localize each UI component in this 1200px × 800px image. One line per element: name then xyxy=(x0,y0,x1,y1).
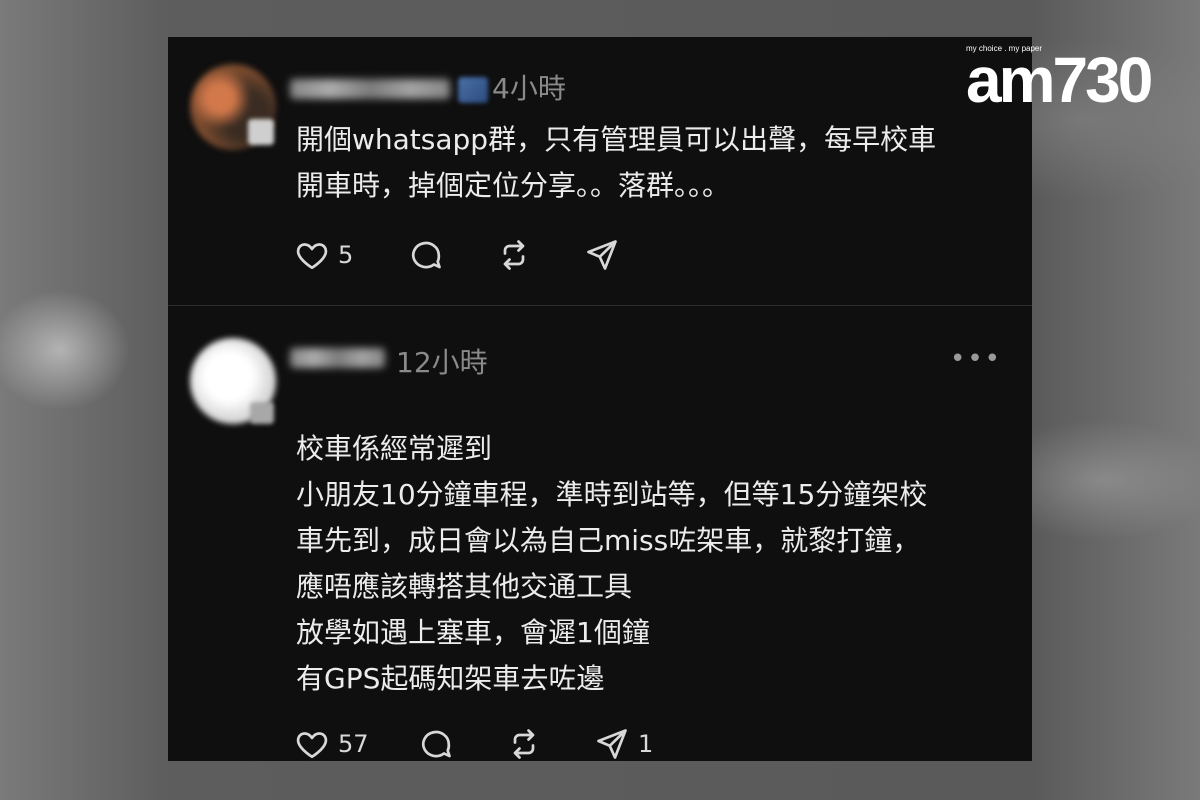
post-text: 校車係經常遲到 小朋友10分鐘車程，準時到站等，但等15分鐘架校 車先到，成日會… xyxy=(296,432,928,695)
paper-plane-icon xyxy=(597,729,627,759)
like-button[interactable]: 57 xyxy=(294,724,418,761)
post-actions: 57 1 xyxy=(294,724,674,761)
paper-plane-icon xyxy=(587,240,617,270)
post-time: 12小時 xyxy=(396,346,488,379)
username-blurred[interactable] xyxy=(290,348,385,368)
post-text: 開個whatsapp群，只有管理員可以出聲，每早校車 開車時，掉個定位分享。。落… xyxy=(296,123,937,202)
speech-bubble-icon xyxy=(411,241,441,269)
post-actions: 5 xyxy=(294,235,664,275)
logo-wordmark: am730 xyxy=(966,44,1153,116)
am730-logo: my choice . my paper am730 xyxy=(966,40,1153,112)
repost-icon xyxy=(503,240,525,270)
avatar-badge xyxy=(250,402,274,424)
speech-bubble-icon xyxy=(421,730,451,758)
more-options-icon[interactable]: ••• xyxy=(950,346,1002,372)
reply-button[interactable] xyxy=(418,724,506,761)
like-button[interactable]: 5 xyxy=(294,235,408,275)
share-button[interactable]: 1 xyxy=(594,724,674,761)
repost-button[interactable] xyxy=(496,235,584,275)
post-item: 12小時 ••• 校車係經常遲到 小朋友10分鐘車程，準時到站等，但等15分鐘架… xyxy=(168,306,1032,761)
post-time: 4小時 xyxy=(492,72,566,105)
heart-icon xyxy=(296,732,328,759)
share-button[interactable] xyxy=(584,235,664,275)
avatar-badge xyxy=(248,119,274,145)
share-count: 1 xyxy=(638,730,654,758)
verified-icon xyxy=(458,77,488,103)
like-count: 5 xyxy=(338,241,354,269)
threads-feed: 4小時 開個whatsapp群，只有管理員可以出聲，每早校車 開車時，掉個定位分… xyxy=(168,37,1032,761)
username-blurred[interactable] xyxy=(290,79,450,99)
heart-icon xyxy=(296,243,328,270)
repost-button[interactable] xyxy=(506,724,594,761)
reply-button[interactable] xyxy=(408,235,496,275)
post-item: 4小時 開個whatsapp群，只有管理員可以出聲，每早校車 開車時，掉個定位分… xyxy=(168,37,1032,306)
repost-icon xyxy=(513,729,535,759)
like-count: 57 xyxy=(338,730,369,758)
